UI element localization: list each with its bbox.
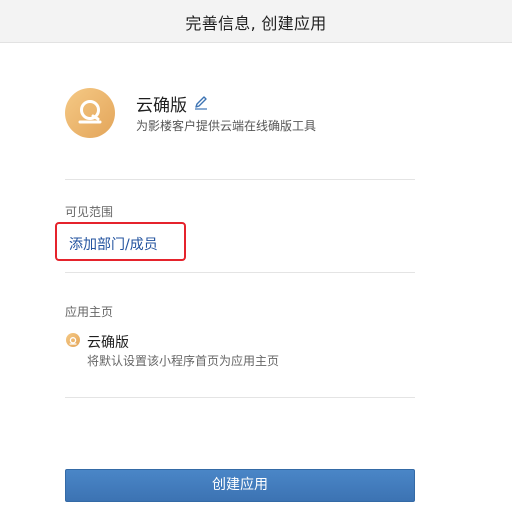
q-logo-icon bbox=[65, 88, 115, 138]
visibility-section-label: 可见范围 bbox=[65, 205, 114, 219]
page-title: 完善信息, 创建应用 bbox=[185, 14, 327, 33]
homepage-app-name: 云确版 bbox=[87, 335, 129, 351]
divider bbox=[65, 179, 415, 180]
homepage-section-label: 应用主页 bbox=[65, 305, 114, 319]
divider bbox=[65, 397, 415, 398]
q-logo-icon bbox=[66, 333, 80, 347]
app-description: 为影楼客户提供云端在线确版工具 bbox=[136, 119, 317, 133]
app-name: 云确版 bbox=[136, 96, 187, 116]
homepage-description: 将默认设置该小程序首页为应用主页 bbox=[87, 354, 280, 368]
create-app-button[interactable]: 创建应用 bbox=[65, 469, 415, 502]
add-department-member-link[interactable]: 添加部门/成员 bbox=[55, 222, 186, 261]
divider bbox=[65, 272, 415, 273]
pencil-icon[interactable] bbox=[193, 94, 209, 110]
title-bar: 完善信息, 创建应用 bbox=[0, 0, 512, 43]
add-department-member-label: 添加部门/成员 bbox=[69, 237, 158, 253]
create-app-page: 完善信息, 创建应用 云确版 为影楼客户提供云端在线确版工具 可见范围 添加部门… bbox=[0, 0, 512, 530]
